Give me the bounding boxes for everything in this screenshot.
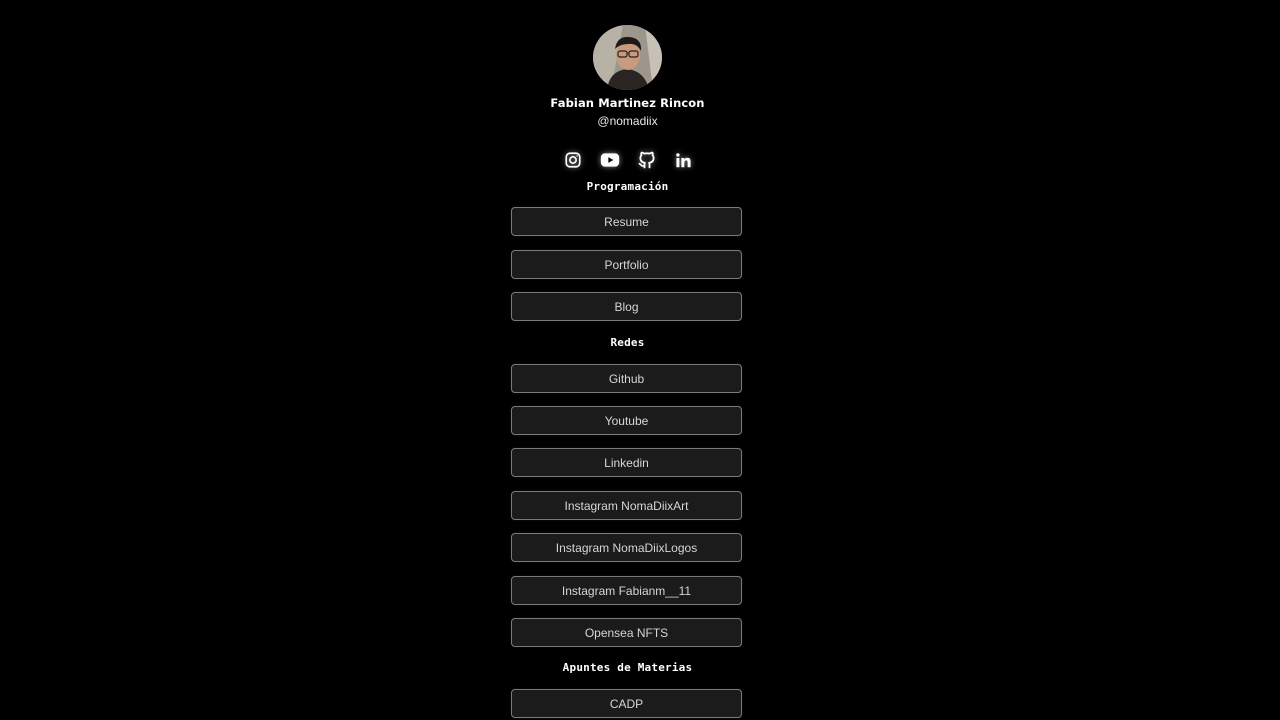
link-button-resume[interactable]: Resume xyxy=(511,207,742,236)
github-icon[interactable] xyxy=(636,150,657,171)
instagram-icon[interactable] xyxy=(562,150,583,171)
profile-handle: @nomadiix xyxy=(597,114,658,128)
avatar xyxy=(593,25,662,90)
link-button-cadp[interactable]: CADP xyxy=(511,689,742,718)
link-button-instagram-nomadiixlogos[interactable]: Instagram NomaDiixLogos xyxy=(511,533,742,562)
link-button-instagram-nomadiixart[interactable]: Instagram NomaDiixArt xyxy=(511,491,742,520)
profile-name: Fabian Martinez Rincon xyxy=(550,96,705,110)
link-button-youtube[interactable]: Youtube xyxy=(511,406,742,435)
section-title-programacion: Programación xyxy=(586,180,669,193)
linktree-page: Fabian Martinez Rincon @nomadiix Program… xyxy=(0,0,1280,720)
link-button-github[interactable]: Github xyxy=(511,364,742,393)
section-title-apuntes: Apuntes de Materias xyxy=(562,661,693,674)
linkedin-icon[interactable] xyxy=(673,150,694,171)
link-button-opensea[interactable]: Opensea NFTS xyxy=(511,618,742,647)
link-button-instagram-fabianm[interactable]: Instagram Fabianm__11 xyxy=(511,576,742,605)
link-button-blog[interactable]: Blog xyxy=(511,292,742,321)
youtube-icon[interactable] xyxy=(599,150,620,171)
link-button-linkedin[interactable]: Linkedin xyxy=(511,448,742,477)
link-button-portfolio[interactable]: Portfolio xyxy=(511,250,742,279)
section-title-redes: Redes xyxy=(610,336,645,349)
social-icons-row xyxy=(562,149,694,171)
